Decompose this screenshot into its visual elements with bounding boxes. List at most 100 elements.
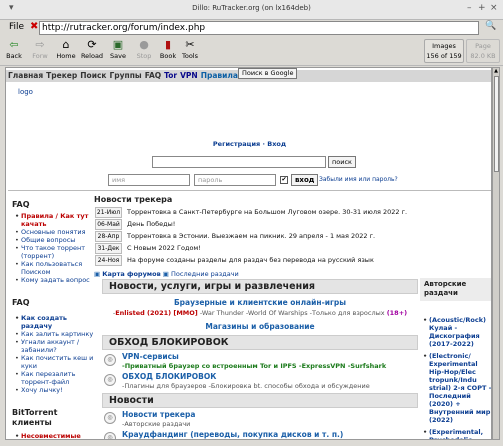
news-link[interactable]: День Победы! <box>127 220 175 228</box>
password-input[interactable]: пароль <box>194 174 276 186</box>
subforum-list: -Приватный браузер со встроенным Tor и I… <box>122 362 387 370</box>
resize-corner-icon[interactable] <box>485 436 499 443</box>
forum-map-link[interactable]: Карта форумов <box>102 270 160 278</box>
forum-status-icon: ◎ <box>104 354 116 366</box>
nav-vpn[interactable]: VPN <box>180 71 198 80</box>
subforum-list[interactable]: -Плагины для браузеров -Блокировка bt. с… <box>122 382 370 390</box>
nav-faq[interactable]: FAQ <box>145 71 161 80</box>
images-count: 156 of 159 <box>426 52 462 60</box>
page-viewport: Главная Трекер Поиск Группы FAQ Tor VPN Правила… <box>5 67 492 440</box>
release-link[interactable]: (Experimental, Psychedelic, Industrial, … <box>420 428 491 439</box>
forum-link[interactable]: ОБХОД БЛОКИРОВОК <box>122 372 216 381</box>
remember-checkbox[interactable]: ✔ <box>280 176 288 184</box>
faq-link[interactable]: Хочу лычку! <box>12 386 94 394</box>
nav-groups[interactable]: Группы <box>110 71 142 80</box>
forum-link[interactable]: VPN-сервисы <box>122 352 179 361</box>
rss-icon: ▣ <box>94 270 101 278</box>
forum-status-icon: ◎ <box>104 374 116 386</box>
news-link[interactable]: Торрентовка в Санкт-Петербурге на Большо… <box>127 208 407 216</box>
forum-link[interactable]: Краудфандинг (переводы, покупка дисков и… <box>122 430 343 439</box>
forum-link[interactable]: Новости трекера <box>122 410 195 419</box>
username-input[interactable]: имя <box>108 174 190 186</box>
home-icon: ⌂ <box>62 38 70 51</box>
news-item: 06-Май День Победы! <box>95 219 415 230</box>
faq-link[interactable]: Основные понятия <box>12 228 94 236</box>
forum-link[interactable]: Магазины и образование <box>102 322 418 331</box>
stop-icon: ● <box>139 38 149 51</box>
search-button[interactable]: поиск <box>328 156 356 168</box>
file-menu[interactable]: File <box>9 22 24 32</box>
login-button[interactable]: вход <box>291 174 319 186</box>
search-icon[interactable]: 🔍 <box>482 21 500 35</box>
latest-releases-link[interactable]: Последние раздачи <box>171 270 239 278</box>
page-size-indicator: Page 82.0 KB <box>466 39 500 63</box>
auth-links: Регистрация · Вход <box>212 140 287 148</box>
faq-link[interactable]: Правила / Как тут качать <box>12 212 94 228</box>
forward-arrow-icon: ⇨ <box>35 38 45 51</box>
faq-link[interactable]: Как почистить кеш и куки <box>12 354 94 370</box>
faq-link[interactable]: Как перезалить торрент-файл <box>12 370 94 386</box>
search-input[interactable] <box>152 156 326 168</box>
subforum-list[interactable]: -Авторские раздачи <box>122 420 190 428</box>
faq-link[interactable]: Как пользоваться Поиском <box>12 260 94 276</box>
scroll-up-icon[interactable]: ▲ <box>493 68 499 74</box>
faq-link[interactable]: Что такое торрент (торрент) <box>12 244 94 260</box>
forward-button[interactable]: ⇨ Forw <box>30 38 50 60</box>
faq-link[interactable]: Угнали аккаунт / забанили? <box>12 338 94 354</box>
tools-icon: ✂ <box>185 38 195 51</box>
toolbar: ⇦ Back ⇨ Forw ⌂ Home ⟳ Reload ▣ Save ● S… <box>0 36 503 66</box>
clear-url-icon[interactable]: ✖ <box>30 21 38 32</box>
register-link[interactable]: Регистрация <box>213 140 260 148</box>
close-icon[interactable]: × <box>490 3 498 13</box>
reload-button[interactable]: ⟳ Reload <box>81 38 103 60</box>
category-header[interactable]: Новости <box>102 393 418 408</box>
home-button[interactable]: ⌂ Home <box>56 38 76 60</box>
maximize-icon[interactable]: + <box>478 3 486 13</box>
category-header[interactable]: ОБХОД БЛОКИРОВОК <box>102 335 418 350</box>
faq-link[interactable]: Общие вопросы <box>12 236 94 244</box>
release-link[interactable]: (Acoustic/Rock) Кулай - Дискография (201… <box>420 316 491 348</box>
news-date: 06-Май <box>95 219 122 230</box>
scroll-thumb[interactable] <box>494 76 499 172</box>
images-toggle[interactable]: Images 156 of 159 <box>424 39 464 63</box>
forgot-password-link[interactable]: Забыли имя или пароль? <box>319 176 398 183</box>
back-button[interactable]: ⇦ Back <box>4 38 24 60</box>
nav-rules[interactable]: Правила <box>201 71 238 80</box>
release-link[interactable]: (Electronic/ Experimental Hip-Hop/Elec t… <box>420 352 491 424</box>
faq-link[interactable]: Кому задать вопрос <box>12 276 94 284</box>
bittorrent-heading: BitTorrent клиенты <box>12 408 58 427</box>
forum-link[interactable]: Браузерные и клиентские онлайн-игры <box>102 298 418 307</box>
faq-link[interactable]: Как залить картинку <box>12 330 94 338</box>
minimize-icon[interactable]: – <box>467 3 472 13</box>
news-item: 28-Апр Торрентовка в Эстонии. Выезжаем н… <box>95 231 415 242</box>
news-link[interactable]: Торрентовка в Эстонии. Выезжаем на пикни… <box>127 232 375 240</box>
faq-link[interactable]: Как создать раздачу <box>12 314 94 330</box>
back-arrow-icon: ⇦ <box>9 38 19 51</box>
url-input[interactable]: http://rutracker.org/forum/index.php <box>39 21 479 35</box>
url-bar: File ✖ http://rutracker.org/forum/index.… <box>0 20 503 36</box>
news-link[interactable]: С Новым 2022 Годом! <box>127 244 201 252</box>
nav-search[interactable]: Поиск <box>80 71 106 80</box>
nav-tracker[interactable]: Трекер <box>46 71 77 80</box>
nav-tor[interactable]: Tor <box>164 71 177 80</box>
save-icon: ▣ <box>112 38 124 51</box>
title-bar: ▾ Dillo: RuTracker.org (on lx164deb) – +… <box>0 0 503 20</box>
login-link[interactable]: Вход <box>267 140 286 148</box>
author-releases-list: (Acoustic/Rock) Кулай - Дискография (201… <box>420 316 491 439</box>
site-logo[interactable]: logo <box>18 88 33 96</box>
news-link[interactable]: На форуме созданы разделы для раздач без… <box>127 256 374 264</box>
news-date: 31-Дек <box>95 243 122 254</box>
subforum-link[interactable]: -War Thunder -World Of Warships -Только … <box>198 309 387 317</box>
client-link[interactable]: Несовместимые <box>12 432 94 439</box>
vertical-scrollbar[interactable]: ▲ <box>492 67 500 440</box>
save-button[interactable]: ▣ Save <box>108 38 128 60</box>
tools-button[interactable]: ✂ Tools <box>180 38 200 60</box>
category-header[interactable]: Новости, услуги, игры и развлечения <box>102 279 418 294</box>
subforum-link[interactable]: Enlisted (2021) [MMO] <box>115 309 198 317</box>
news-footer-links: ▣ Карта форумов ▣ Последние раздачи <box>94 270 239 278</box>
stop-button[interactable]: ● Stop <box>134 38 154 60</box>
reload-icon: ⟳ <box>87 38 97 51</box>
nav-home[interactable]: Главная <box>8 71 43 80</box>
google-search-button[interactable]: Поиск в Google <box>238 68 298 79</box>
window-title: Dillo: RuTracker.org (on lx164deb) <box>192 4 311 12</box>
